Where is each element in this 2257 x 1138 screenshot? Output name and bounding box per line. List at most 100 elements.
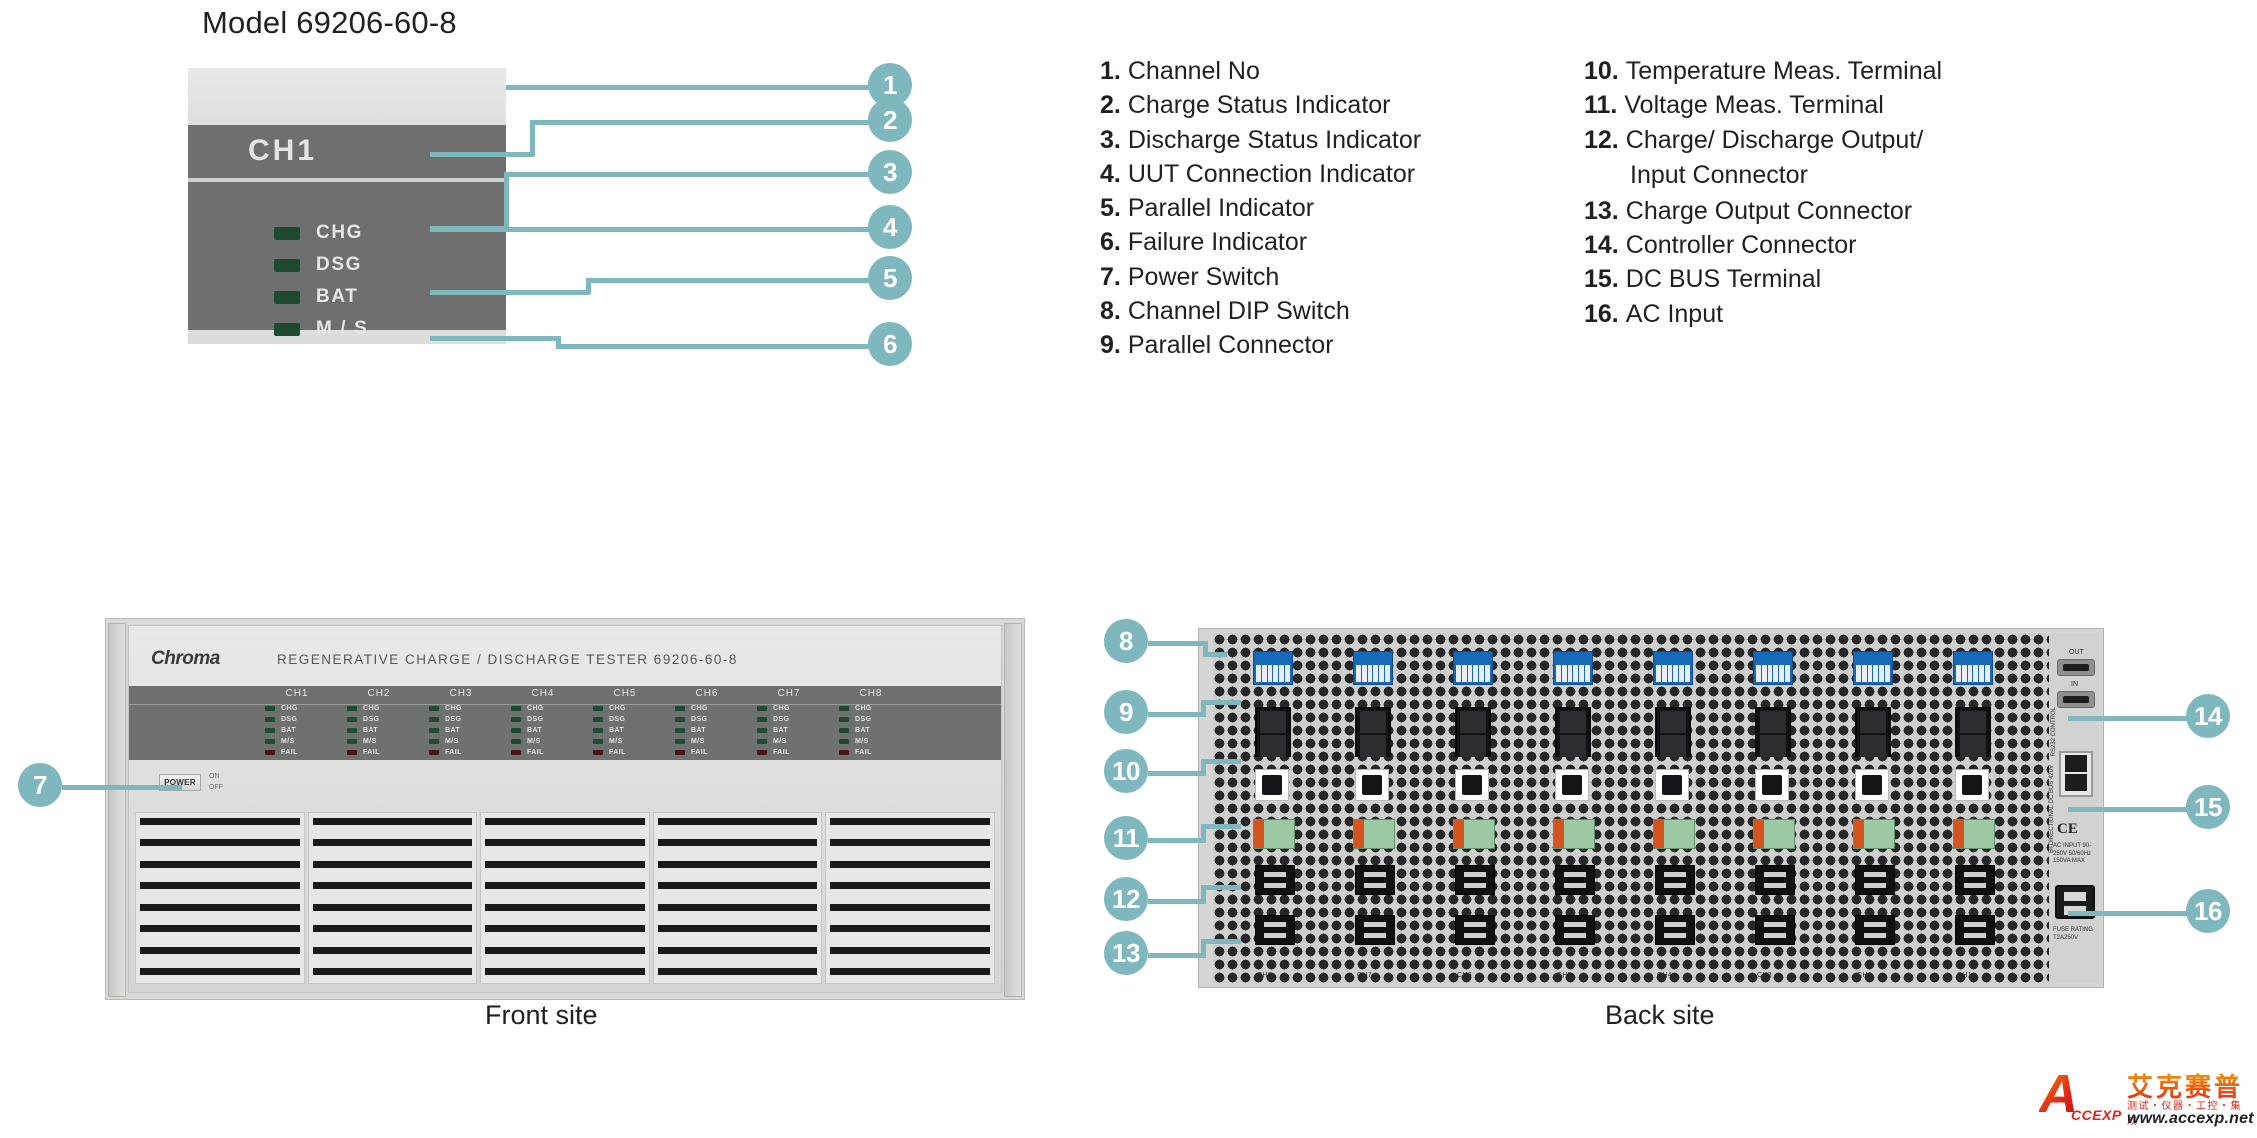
charge-output-connector[interactable] — [1655, 915, 1695, 945]
voltage-meas-terminal[interactable] — [1653, 819, 1695, 849]
voltage-meas-terminal[interactable] — [1353, 819, 1395, 849]
back-channel-tag: CH7 — [1357, 972, 1372, 979]
charge-discharge-output-connector[interactable] — [1655, 865, 1695, 895]
callout-9[interactable]: 9 — [1104, 690, 1148, 734]
controller-connector-in[interactable] — [2057, 691, 2095, 708]
charge-output-connector[interactable] — [1755, 915, 1795, 945]
led-label: CHG — [281, 705, 298, 712]
parallel-connector[interactable] — [1455, 707, 1491, 757]
voltage-meas-terminal[interactable] — [1553, 819, 1595, 849]
channel-dip-switch[interactable] — [1953, 651, 1993, 685]
channel-dip-switch[interactable] — [1453, 651, 1493, 685]
charge-output-connector[interactable] — [1455, 915, 1495, 945]
callout-10[interactable]: 10 — [1104, 749, 1148, 793]
dsg-led-icon — [593, 717, 603, 722]
charge-discharge-output-connector[interactable] — [1255, 865, 1295, 895]
voltage-meas-terminal[interactable] — [1253, 819, 1295, 849]
legend-number: 15. — [1584, 265, 1619, 294]
parallel-connector[interactable] — [1655, 707, 1691, 757]
legend-item-16: 16. AC Input — [1584, 299, 2004, 328]
channel-dip-switch[interactable] — [1253, 651, 1293, 685]
legend-number: 11. — [1584, 91, 1618, 120]
channel-dip-switch[interactable] — [1853, 651, 1893, 685]
charge-discharge-output-connector[interactable] — [1455, 865, 1495, 895]
voltage-meas-terminal[interactable] — [1453, 819, 1495, 849]
power-markings: ON OFF — [209, 772, 223, 793]
callout-8[interactable]: 8 — [1104, 619, 1148, 663]
charge-output-connector[interactable] — [1555, 915, 1595, 945]
leader-5a — [430, 290, 590, 295]
parallel-connector[interactable] — [1855, 707, 1891, 757]
charge-discharge-output-connector[interactable] — [1355, 865, 1395, 895]
callout-15[interactable]: 15 — [2186, 785, 2230, 829]
detail-led-row-ms: M / S — [274, 318, 368, 340]
legend-item-4: 4. UUT Connection Indicator — [1100, 160, 1520, 187]
back-channel-module-6: CH3 — [1717, 633, 1825, 983]
led-label: CHG — [445, 705, 462, 712]
channel-dip-switch[interactable] — [1753, 651, 1793, 685]
vent-module — [652, 812, 823, 984]
dsg-led-icon — [839, 717, 849, 722]
parallel-connector[interactable] — [1955, 707, 1991, 757]
callout-14[interactable]: 14 — [2186, 694, 2230, 738]
callout-5[interactable]: 5 — [868, 256, 912, 300]
voltage-meas-terminal[interactable] — [1953, 819, 1995, 849]
temperature-meas-terminal[interactable] — [1955, 769, 1989, 801]
channel-dip-switch[interactable] — [1353, 651, 1393, 685]
channel-dip-switch[interactable] — [1653, 651, 1693, 685]
dsub-out-label: OUT — [2069, 649, 2084, 656]
temperature-meas-terminal[interactable] — [1355, 769, 1389, 801]
channel-dip-switch[interactable] — [1553, 651, 1593, 685]
led-label: M/S — [773, 738, 787, 745]
voltage-meas-terminal[interactable] — [1753, 819, 1795, 849]
charge-discharge-output-connector[interactable] — [1755, 865, 1795, 895]
temperature-meas-terminal[interactable] — [1855, 769, 1889, 801]
callout-12[interactable]: 12 — [1104, 877, 1148, 921]
legend-label: Parallel Connector — [1127, 331, 1334, 359]
leader-4a — [430, 227, 870, 232]
parallel-connector[interactable] — [1755, 707, 1791, 757]
legend-label: AC Input — [1625, 299, 1724, 328]
parallel-connector[interactable] — [1355, 707, 1391, 757]
callout-6[interactable]: 6 — [868, 322, 912, 366]
temperature-meas-terminal[interactable] — [1255, 769, 1289, 801]
callout-16[interactable]: 16 — [2186, 889, 2230, 933]
led-label: FAIL — [363, 749, 380, 756]
charge-discharge-output-connector[interactable] — [1855, 865, 1895, 895]
voltage-meas-terminal[interactable] — [1853, 819, 1895, 849]
legend-item-14: 14. Controller Connector — [1584, 232, 2004, 259]
led-label: BAT — [691, 727, 707, 734]
leader-11a — [1148, 838, 1206, 843]
callout-2[interactable]: 2 — [868, 98, 912, 142]
legend-item-2: 2. Charge Status Indicator — [1100, 92, 1520, 119]
temperature-meas-terminal[interactable] — [1455, 769, 1489, 801]
temperature-meas-terminal[interactable] — [1755, 769, 1789, 801]
temperature-meas-terminal[interactable] — [1655, 769, 1689, 801]
callout-4[interactable]: 4 — [868, 205, 912, 249]
charge-output-connector[interactable] — [1255, 915, 1295, 945]
charge-discharge-output-connector[interactable] — [1955, 865, 1995, 895]
parallel-connector[interactable] — [1255, 707, 1291, 757]
charge-output-connector[interactable] — [1955, 915, 1995, 945]
led-label: BAT — [527, 727, 543, 734]
leader-1c — [530, 85, 870, 90]
led-label: M/S — [445, 738, 459, 745]
callout-7[interactable]: 7 — [18, 763, 62, 807]
charge-output-connector[interactable] — [1855, 915, 1895, 945]
callout-11[interactable]: 11 — [1104, 816, 1148, 860]
led-label: M/S — [281, 738, 295, 745]
callout-3[interactable]: 3 — [868, 150, 912, 194]
front-vent-grille — [135, 812, 995, 984]
callout-13[interactable]: 13 — [1104, 931, 1148, 975]
detail-top-strip — [188, 68, 506, 125]
parallel-connector[interactable] — [1555, 707, 1591, 757]
vent-module — [480, 812, 650, 984]
temperature-meas-terminal[interactable] — [1555, 769, 1589, 801]
ce-mark-icon: CE — [2057, 821, 2078, 837]
controller-connector-out[interactable] — [2057, 659, 2095, 676]
front-view-caption: Front site — [485, 1000, 598, 1030]
charge-output-connector[interactable] — [1355, 915, 1395, 945]
dc-bus-terminal[interactable] — [2059, 751, 2093, 797]
detail-led-label: BAT — [316, 286, 359, 307]
charge-discharge-output-connector[interactable] — [1555, 865, 1595, 895]
